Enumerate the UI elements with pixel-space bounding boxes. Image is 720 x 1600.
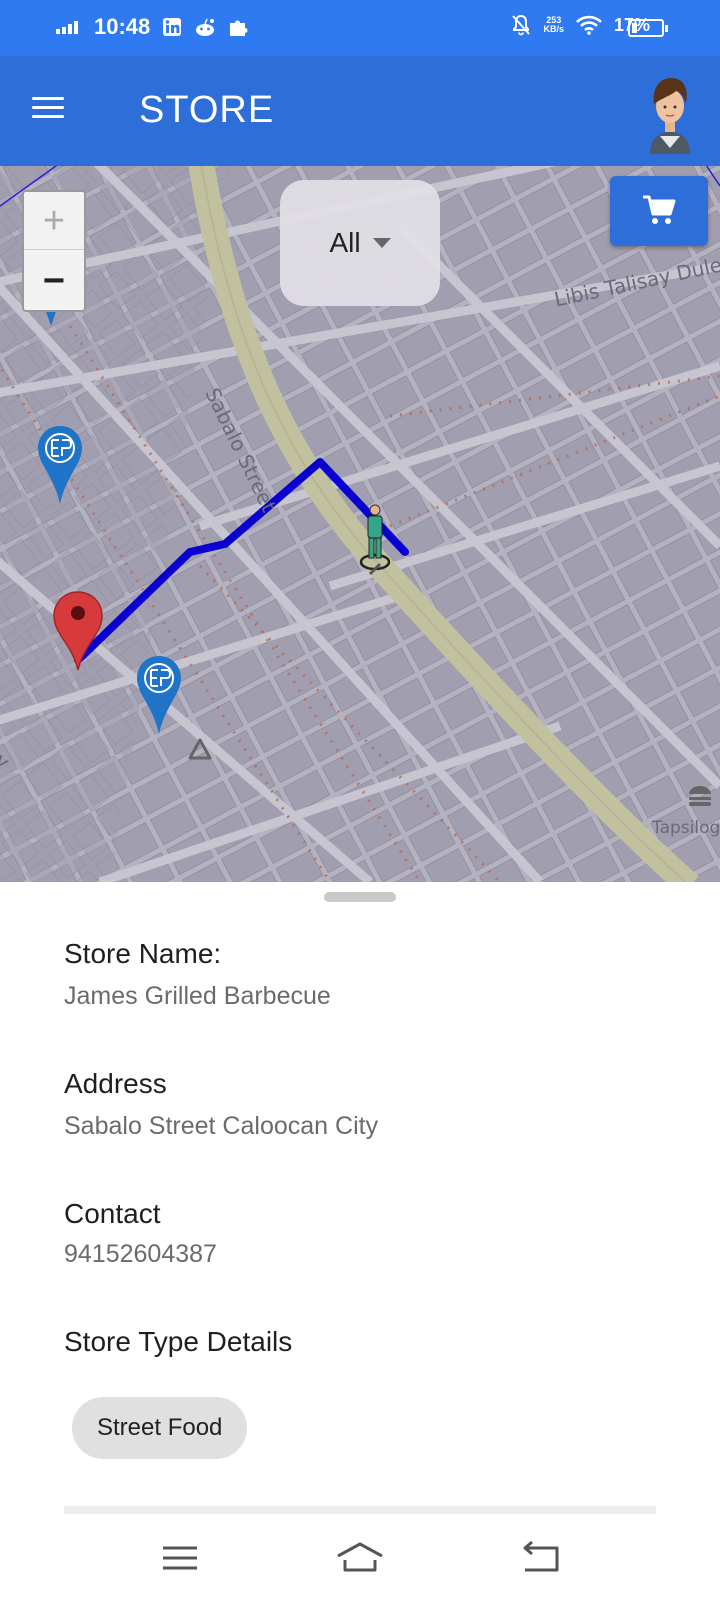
dropdown-arrow-icon [372,238,391,248]
destination-pin-icon[interactable] [52,590,104,672]
battery-icon [628,19,668,37]
sheet-drag-handle[interactable] [324,892,396,902]
store-name-label: Store Name: [64,938,222,969]
store-pin-icon[interactable] [36,424,84,506]
address-label: Address [64,1068,167,1099]
wifi-icon [576,15,602,35]
contact-value: 94152604387 [64,1240,217,1268]
battery-fill [632,23,637,33]
address-value: Sabalo Street Caloocan City [64,1112,379,1140]
recent-apps-icon[interactable] [155,1538,205,1578]
user-avatar[interactable] [646,68,694,156]
network-speed-unit: KB/s [543,24,564,34]
divider [64,1506,656,1514]
status-left: 10:48 [56,14,248,40]
zoom-control: + − [22,190,86,312]
user-location-icon [359,504,391,576]
status-bar: 10:48 253 KB/s [0,0,720,56]
mute-bell-icon [512,14,531,36]
store-details-sheet: Store Name: James Grilled Barbecue Addre… [0,882,720,1518]
clock: 10:48 [94,14,151,39]
place-label-tapsilog: Tapsilog [652,818,720,838]
system-nav-bar [0,1518,720,1600]
contact-label: Contact [64,1198,161,1229]
puzzle-icon [230,20,248,36]
store-pin-icon[interactable] [135,654,183,736]
linkedin-icon [163,18,182,36]
map-view[interactable]: Sabalo Street Libis Talisay Dule Tapsilo… [0,166,720,882]
store-type-filter-dropdown[interactable]: All [280,180,440,306]
store-type-chip: Street Food [72,1397,248,1459]
network-speed: 253 KB/s [543,16,564,34]
zoom-in-button[interactable]: + [24,192,84,250]
store-type-label: Store Type Details [64,1326,293,1357]
store-name-value: James Grilled Barbecue [64,982,331,1010]
cart-button[interactable] [610,176,708,246]
app-bar: STORE [0,56,720,166]
home-icon[interactable] [335,1538,385,1578]
zoom-out-button[interactable]: − [24,252,84,310]
page-title: STORE [139,89,275,131]
signal-icon [56,20,78,34]
reddit-icon [196,18,215,36]
hamburger-menu-icon[interactable] [32,97,64,121]
filter-selected-value: All [329,227,361,258]
back-icon[interactable] [515,1538,565,1578]
cart-icon [643,195,676,224]
